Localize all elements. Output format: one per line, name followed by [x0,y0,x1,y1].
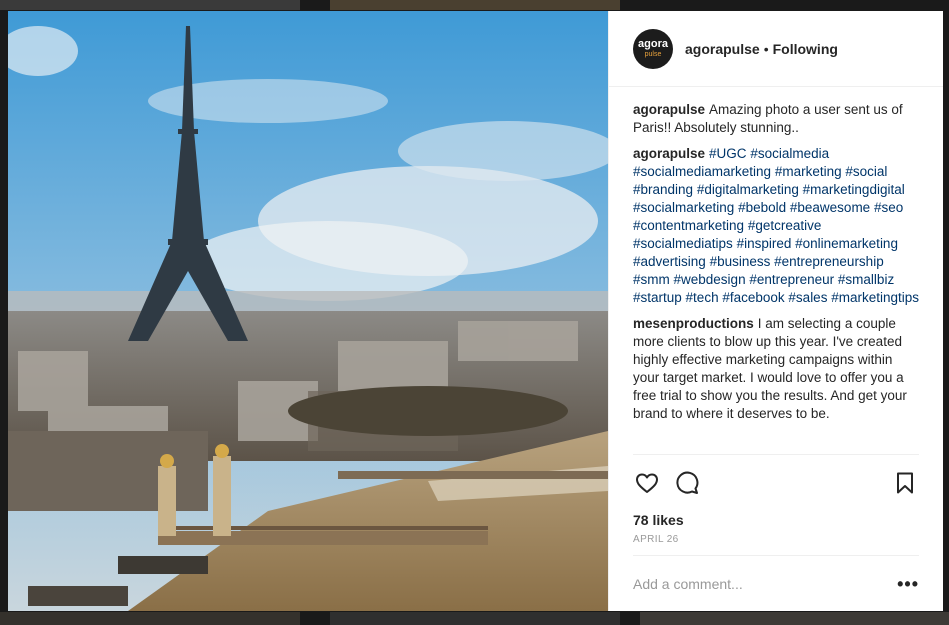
hashtag-link[interactable]: #beawesome [790,200,870,215]
hashtag-link[interactable]: #bebold [738,200,786,215]
comments-list: agorapulse Amazing photo a user sent us o… [609,87,943,454]
account-info: agorapulse • Following [685,41,838,57]
background-thumbnail [330,612,620,625]
post-photo [8,11,608,611]
hashtag-link[interactable]: #socialmarketing [633,200,734,215]
background-thumbnail [640,612,949,625]
hashtag-link[interactable]: #digitalmarketing [697,182,799,197]
comment-username[interactable]: agorapulse [633,146,705,161]
paris-photo-illustration [8,11,608,611]
hashtag-link[interactable]: #branding [633,182,693,197]
comment: mesenproductions I am selecting a couple … [633,315,919,423]
hashtag-link[interactable]: #marketingdigital [803,182,905,197]
hashtag-link[interactable]: #smallbiz [838,272,894,287]
bookmark-icon[interactable] [891,469,919,497]
background-thumbnail [0,612,300,625]
username-link[interactable]: agorapulse [685,41,760,57]
separator-dot: • [763,40,769,57]
hashtag-link[interactable]: #social [845,164,887,179]
hashtag-list: #UGC #socialmedia #socialmediamarketing … [633,146,919,305]
hashtag-link[interactable]: #marketingtips [831,290,919,305]
hashtag-link[interactable]: #getcreative [748,218,822,233]
comment-icon[interactable] [673,469,701,497]
likes-count[interactable]: 78 likes [609,510,943,530]
hashtag-link[interactable]: #socialmediatips [633,236,733,251]
hashtag-link[interactable]: #seo [874,200,903,215]
hashtag-link[interactable]: #startup [633,290,682,305]
hashtag-link[interactable]: #facebook [722,290,784,305]
background-thumbnail [0,0,300,10]
heart-icon[interactable] [633,469,661,497]
hashtag-link[interactable]: #contentmarketing [633,218,744,233]
hashtag-link[interactable]: #entrepreneur [749,272,834,287]
hashtag-link[interactable]: #tech [686,290,719,305]
hashtag-link[interactable]: #onlinemarketing [795,236,898,251]
hashtag-link[interactable]: #entrepreneurship [774,254,884,269]
action-bar [633,454,919,510]
post-side-panel: agora pulse agorapulse • Following agorapu… [608,11,943,611]
comment: agorapulse Amazing photo a user sent us o… [633,101,919,137]
comment-text: I am selecting a couple more clients to … [633,316,907,421]
hashtag-link[interactable]: #socialmediamarketing [633,164,771,179]
hashtag-link[interactable]: #webdesign [674,272,746,287]
post-date[interactable]: APRIL 26 [609,530,943,555]
comment-input[interactable] [633,575,898,592]
more-options-icon[interactable]: ••• [897,575,919,593]
hashtag-link[interactable]: #sales [788,290,827,305]
comment: agorapulse #UGC #socialmedia #socialmedia… [633,145,919,307]
hashtag-link[interactable]: #marketing [775,164,842,179]
post-modal: agora pulse agorapulse • Following agorapu… [8,11,943,611]
post-header: agora pulse agorapulse • Following [609,11,943,87]
hashtag-link[interactable]: #advertising [633,254,706,269]
add-comment-bar: ••• [633,555,919,611]
hashtag-link[interactable]: #UGC [709,146,747,161]
comment-username[interactable]: agorapulse [633,102,705,117]
hashtag-link[interactable]: #smm [633,272,670,287]
hashtag-link[interactable]: #inspired [737,236,792,251]
hashtag-link[interactable]: #socialmedia [750,146,829,161]
avatar-label-primary: agora [638,38,668,50]
hashtag-link[interactable]: #business [710,254,771,269]
comment-username[interactable]: mesenproductions [633,316,754,331]
avatar-label-secondary: pulse [644,51,662,58]
following-button[interactable]: Following [773,41,838,57]
background-thumbnail [330,0,620,10]
avatar[interactable]: agora pulse [633,28,673,69]
